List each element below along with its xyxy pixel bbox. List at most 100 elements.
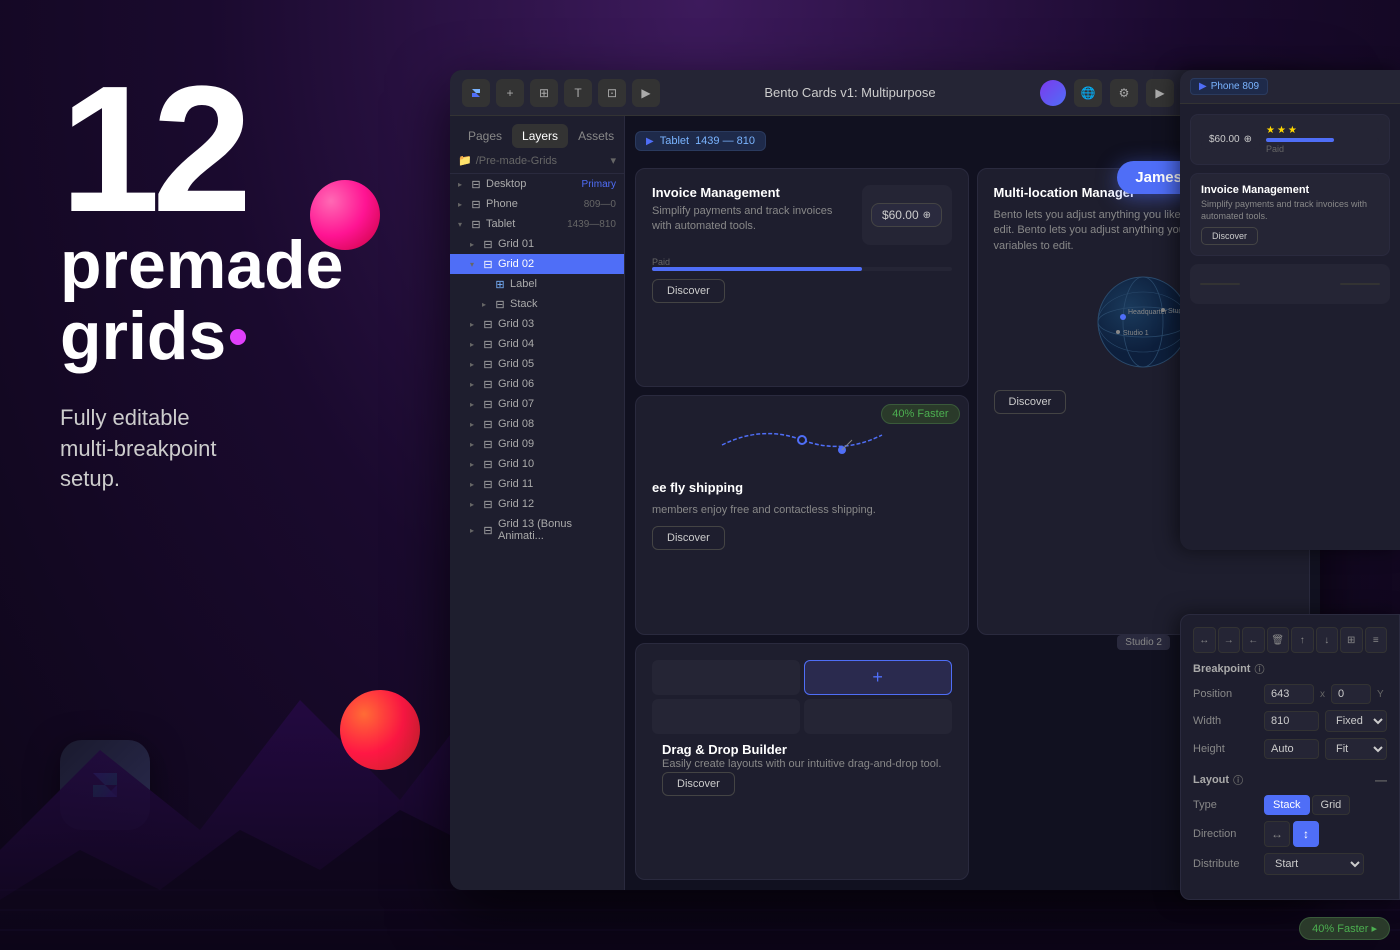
- phone-stars: ★ ★ ★: [1266, 125, 1379, 136]
- layer-grid07[interactable]: ▸ ⊟ Grid 07: [450, 394, 624, 414]
- position-x-input[interactable]: [1264, 684, 1314, 704]
- progress-bar: [652, 267, 952, 271]
- invoice-desc: Simplify payments and track invoices wit…: [652, 204, 852, 235]
- shipping-card: 40% Faster ee fly shipping members enjoy…: [635, 395, 969, 634]
- tab-pages[interactable]: Pages: [458, 124, 512, 148]
- position-y-input[interactable]: [1331, 684, 1371, 704]
- layer-grid10[interactable]: ▸ ⊟ Grid 10: [450, 454, 624, 474]
- toolbar-title: Bento Cards v1: Multipurpose: [668, 85, 1032, 100]
- invoice-card: Invoice Management Simplify payments and…: [635, 168, 969, 387]
- tab-assets[interactable]: Assets: [568, 124, 624, 148]
- tab-layers[interactable]: Layers: [512, 124, 568, 148]
- tablet-breakpoint-tag: ▶ Tablet 1439 — 810: [635, 131, 766, 151]
- framer-menu-icon[interactable]: [462, 79, 490, 107]
- layer-grid11[interactable]: ▸ ⊟ Grid 11: [450, 474, 624, 494]
- phone-invoice-card: $60.00 ⊕ ★ ★ ★ Paid: [1190, 114, 1390, 165]
- layer-grid05[interactable]: ▸ ⊟ Grid 05: [450, 354, 624, 374]
- phone-panel: ▶ Phone 809 $60.00 ⊕ ★ ★ ★: [1180, 70, 1400, 550]
- layout-section: Layout ⓘ — Type Stack Grid Direction ↔ ↕…: [1193, 772, 1387, 875]
- layer-grid06[interactable]: ▸ ⊟ Grid 06: [450, 374, 624, 394]
- layout-minus[interactable]: —: [1375, 773, 1387, 787]
- studio2-label: Studio 2: [1117, 635, 1170, 650]
- prop-trash-icon[interactable]: 🗑: [1267, 627, 1290, 653]
- layer-phone[interactable]: ▸ ⊟ Phone 809—0: [450, 194, 624, 214]
- dnd-cell-1: [652, 660, 800, 695]
- left-panel: 12 premade grids Fully editable multi-br…: [0, 0, 460, 950]
- text-icon[interactable]: T: [564, 79, 592, 107]
- layer-grid03[interactable]: ▸ ⊟ Grid 03: [450, 314, 624, 334]
- dir-vertical-btn[interactable]: ↕: [1293, 821, 1319, 847]
- component-icon[interactable]: ⊡: [598, 79, 626, 107]
- layer-grid12[interactable]: ▸ ⊟ Grid 12: [450, 494, 624, 514]
- layer-tablet[interactable]: ▾ ⊟ Tablet 1439—810: [450, 214, 624, 234]
- width-input[interactable]: [1264, 711, 1319, 731]
- subtitle: Fully editable multi-breakpoint setup.: [60, 403, 400, 495]
- distribute-select[interactable]: Start Center End Space Between: [1264, 853, 1364, 875]
- desktop-layer-icon: ⊟: [470, 178, 482, 190]
- grid-icon[interactable]: ⊞: [530, 79, 558, 107]
- invoice-visual: $60.00 ⊕: [862, 185, 952, 245]
- shipping-discover-btn[interactable]: Discover: [652, 526, 725, 550]
- dnd-card: + Drag & Drop Builder Easily create layo…: [635, 643, 969, 880]
- dnd-desc: Easily create layouts with our intuitive…: [662, 757, 952, 772]
- dnd-discover-btn[interactable]: Discover: [662, 772, 735, 796]
- type-stack-btn[interactable]: Stack: [1264, 795, 1310, 815]
- panel-tabs: Pages Layers Assets: [450, 116, 624, 148]
- phone-header: ▶ Phone 809: [1180, 70, 1400, 104]
- height-input[interactable]: [1264, 739, 1319, 759]
- globe-icon[interactable]: 🌐: [1074, 79, 1102, 107]
- accent-dot: [230, 329, 246, 345]
- info-icon: ⓘ: [1254, 661, 1264, 676]
- faster-badge-container: 40% Faster: [881, 404, 959, 424]
- layer-stack[interactable]: ▸ ⊟ Stack: [450, 294, 624, 314]
- progress-fill: [652, 267, 862, 271]
- path-icon: 📁: [458, 154, 472, 167]
- phone-discover-btn[interactable]: Discover: [1201, 227, 1258, 245]
- prop-icon-1[interactable]: ↔: [1193, 627, 1216, 653]
- layer-grid02[interactable]: ▾ ⊟ Grid 02: [450, 254, 624, 274]
- svg-text:Studio 1: Studio 1: [1123, 330, 1149, 337]
- breakpoint-title: Breakpoint ⓘ: [1193, 661, 1387, 676]
- media-icon[interactable]: ▶: [632, 79, 660, 107]
- dnd-grid: +: [652, 660, 952, 734]
- play-icon[interactable]: ▶: [1146, 79, 1174, 107]
- path-svg: [712, 415, 892, 470]
- invoice-discover-btn[interactable]: Discover: [652, 279, 725, 303]
- path-chevron: ▾: [610, 154, 616, 167]
- type-grid-btn[interactable]: Grid: [1312, 795, 1351, 815]
- type-row: Type Stack Grid: [1193, 795, 1387, 815]
- add-icon[interactable]: +: [496, 79, 524, 107]
- prop-icon-7[interactable]: ⊞: [1340, 627, 1363, 653]
- dir-horizontal-btn[interactable]: ↔: [1264, 821, 1290, 847]
- settings-icon[interactable]: ⚙: [1110, 79, 1138, 107]
- layer-label[interactable]: ⊞ Label: [450, 274, 624, 294]
- layer-grid01[interactable]: ▸ ⊟ Grid 01: [450, 234, 624, 254]
- multi-location-discover-btn[interactable]: Discover: [994, 390, 1067, 414]
- layer-grid04[interactable]: ▸ ⊟ Grid 04: [450, 334, 624, 354]
- layer-grid08[interactable]: ▸ ⊟ Grid 08: [450, 414, 624, 434]
- invoice-title: Invoice Management: [652, 185, 852, 200]
- width-mode-select[interactable]: Fixed Fill Hug: [1325, 710, 1387, 732]
- layer-grid13[interactable]: ▸ ⊟ Grid 13 (Bonus Animati...: [450, 514, 624, 546]
- height-mode-select[interactable]: Fit Fill Fixed: [1325, 738, 1387, 760]
- user-avatar: [1040, 80, 1066, 106]
- prop-icon-2[interactable]: →: [1218, 627, 1241, 653]
- cursor-in-badge: ⊕: [923, 210, 931, 221]
- layout-title: Layout ⓘ —: [1193, 772, 1387, 787]
- x-label: x: [1320, 689, 1325, 700]
- phone-content: $60.00 ⊕ ★ ★ ★ Paid: [1180, 104, 1400, 314]
- properties-toolbar: ↔ → ← 🗑 ↑ ↓ ⊞ ≡: [1193, 627, 1387, 653]
- prop-icon-5[interactable]: ↑: [1291, 627, 1314, 653]
- sep-line-1: [1200, 283, 1240, 285]
- invoice-price: $60.00 ⊕: [871, 203, 942, 227]
- layer-grid09[interactable]: ▸ ⊟ Grid 09: [450, 434, 624, 454]
- position-row: Position x Y: [1193, 684, 1387, 704]
- dnd-cell-3: [652, 699, 800, 734]
- prop-icon-6[interactable]: ↓: [1316, 627, 1339, 653]
- layer-desktop[interactable]: ▸ ⊟ Desktop Primary: [450, 174, 624, 194]
- prop-icon-3[interactable]: ←: [1242, 627, 1265, 653]
- big-number: 12: [60, 60, 400, 240]
- bp-play-icon: ▶: [646, 136, 654, 147]
- tablet-layer-icon: ⊟: [470, 218, 482, 230]
- prop-icon-8[interactable]: ≡: [1365, 627, 1388, 653]
